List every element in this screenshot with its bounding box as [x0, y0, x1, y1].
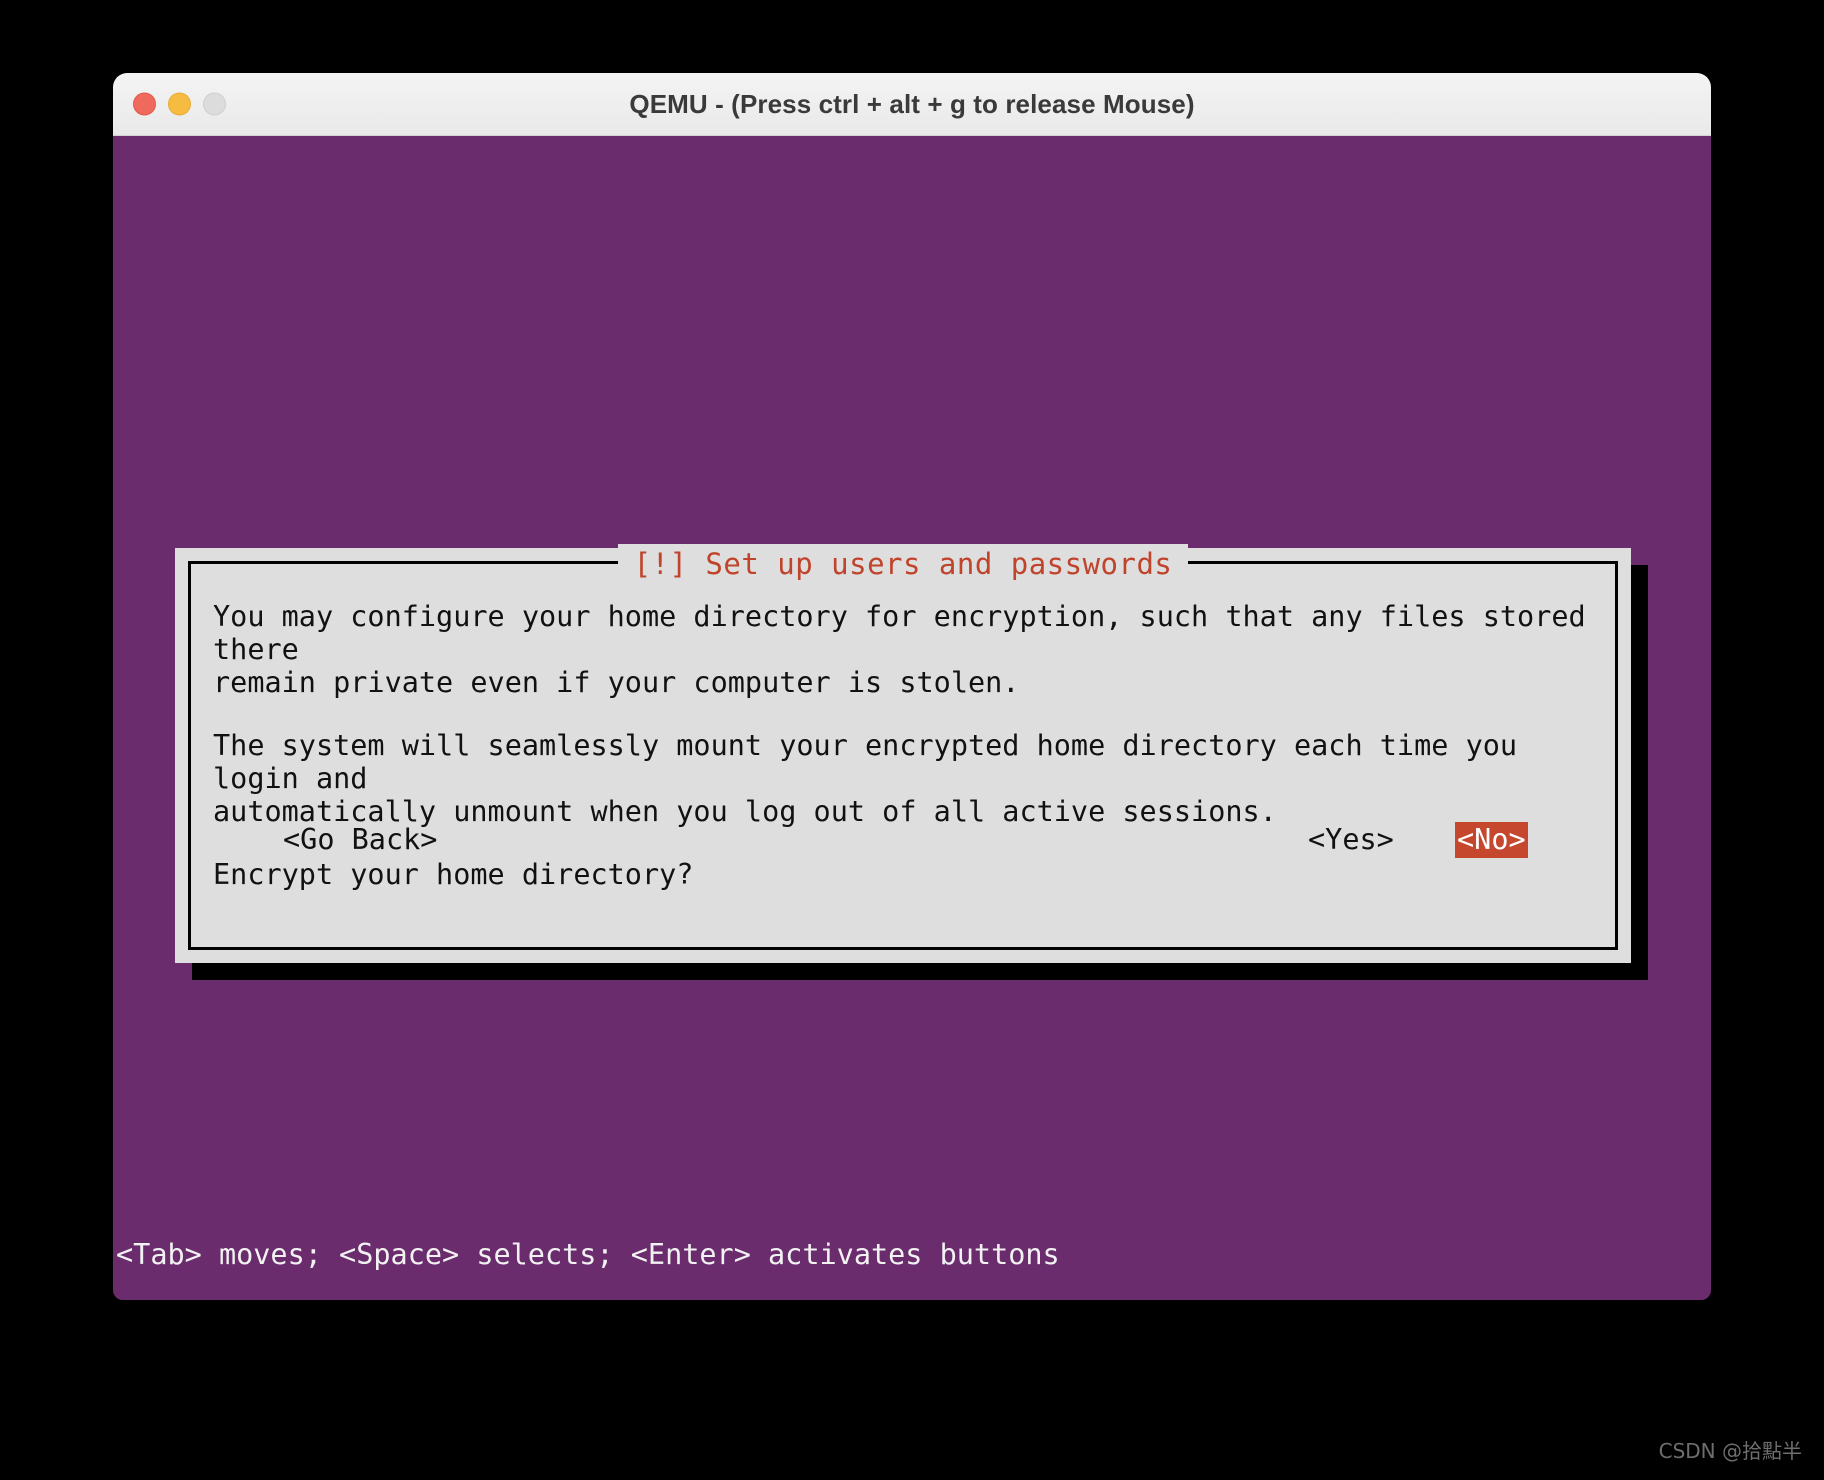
minimize-button[interactable]: [168, 92, 191, 116]
dialog-paragraph-2: The system will seamlessly mount your en…: [213, 729, 1518, 828]
window-titlebar[interactable]: QEMU - (Press ctrl + alt + g to release …: [113, 73, 1711, 136]
window-title: QEMU - (Press ctrl + alt + g to release …: [629, 88, 1195, 119]
qemu-window: QEMU - (Press ctrl + alt + g to release …: [113, 73, 1711, 1300]
dialog-content: You may configure your home directory fo…: [191, 564, 1615, 947]
dialog-question: Encrypt your home directory?: [213, 858, 694, 891]
dialog-button-row: <Go Back> <Yes> <No>: [213, 822, 1593, 862]
dialog-frame: [!] Set up users and passwords You may c…: [188, 544, 1618, 950]
zoom-button[interactable]: [203, 92, 226, 116]
vm-screen: [!] Set up users and passwords You may c…: [113, 136, 1711, 1300]
dialog-paragraph-1: You may configure your home directory fo…: [213, 600, 1586, 699]
no-button[interactable]: <No>: [1455, 822, 1528, 858]
yes-button[interactable]: <Yes>: [1306, 822, 1396, 858]
window-controls: [133, 92, 226, 116]
go-back-button[interactable]: <Go Back>: [281, 822, 439, 858]
csdn-watermark: CSDN @拾點半: [1658, 1439, 1802, 1463]
installer-dialog: [!] Set up users and passwords You may c…: [175, 544, 1648, 980]
keyboard-help-line: <Tab> moves; <Space> selects; <Enter> ac…: [116, 1238, 1060, 1271]
dialog-body: [!] Set up users and passwords You may c…: [175, 544, 1631, 963]
close-button[interactable]: [133, 92, 156, 116]
